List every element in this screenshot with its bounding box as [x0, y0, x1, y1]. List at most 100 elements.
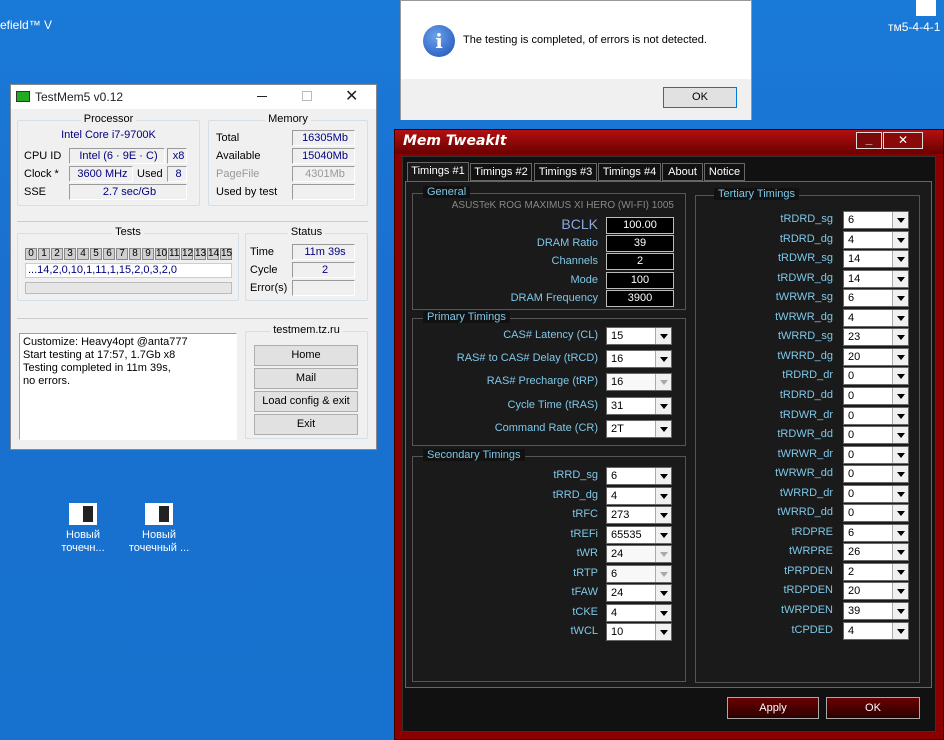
log-textbox[interactable]: Customize: Heavy4opt @anta777 Start test… [19, 333, 237, 440]
primary-dropdown[interactable]: 16 [606, 350, 672, 369]
chevron-down-icon[interactable] [892, 309, 908, 326]
chevron-down-icon[interactable] [892, 485, 908, 502]
tab-timings-1[interactable]: Timings #1 [407, 162, 469, 182]
desktop-icon-new-bitmap-2[interactable]: Новый точечный ... [119, 503, 199, 555]
chevron-down-icon[interactable] [892, 466, 908, 483]
chevron-down-icon[interactable] [892, 583, 908, 600]
secondary-dropdown[interactable]: 273 [606, 506, 672, 524]
chevron-down-icon[interactable] [892, 427, 908, 444]
apply-button[interactable]: Apply [727, 697, 819, 719]
chevron-down-icon[interactable] [892, 524, 908, 541]
tertiary-dropdown[interactable]: 0 [843, 504, 909, 523]
chevron-down-icon[interactable] [892, 368, 908, 385]
chevron-down-icon[interactable] [655, 604, 671, 621]
minimize-icon[interactable] [257, 96, 267, 97]
chevron-down-icon[interactable] [892, 212, 908, 228]
secondary-dropdown[interactable]: 65535 [606, 525, 672, 544]
chevron-down-icon[interactable] [655, 420, 671, 437]
tertiary-dropdown[interactable]: 0 [843, 367, 909, 386]
chevron-down-icon[interactable] [655, 397, 671, 414]
tertiary-dropdown[interactable]: 4 [843, 308, 909, 327]
primary-dropdown[interactable]: 2T [606, 419, 672, 438]
secondary-dropdown[interactable]: 24 [606, 545, 672, 563]
chevron-down-icon[interactable] [655, 565, 671, 582]
tertiary-dropdown[interactable]: 14 [843, 269, 909, 288]
tertiary-dropdown[interactable]: 2 [843, 562, 909, 581]
maximize-icon[interactable] [302, 91, 312, 101]
chevron-down-icon[interactable] [655, 624, 671, 640]
chevron-down-icon[interactable] [655, 507, 671, 523]
chevron-down-icon[interactable] [892, 407, 908, 424]
primary-dropdown[interactable]: 31 [606, 396, 672, 415]
chevron-down-icon[interactable] [892, 622, 908, 639]
chevron-down-icon[interactable] [892, 446, 908, 463]
secondary-dropdown[interactable]: 6 [606, 564, 672, 583]
dropdown-value: 6 [848, 214, 855, 226]
tertiary-dropdown[interactable]: 4 [843, 621, 909, 640]
primary-dropdown[interactable]: 16 [606, 373, 672, 392]
primary-dropdown[interactable]: 15 [606, 327, 672, 345]
chevron-down-icon[interactable] [892, 290, 908, 307]
home-button[interactable]: Home [254, 345, 358, 366]
chevron-down-icon[interactable] [892, 329, 908, 346]
tertiary-dropdown[interactable]: 6 [843, 211, 909, 229]
chevron-down-icon[interactable] [892, 251, 908, 268]
tertiary-dropdown[interactable]: 0 [843, 465, 909, 484]
chevron-down-icon[interactable] [655, 526, 671, 543]
tab-about[interactable]: About [662, 163, 703, 181]
site-link[interactable]: testmem.tz.ru [270, 324, 343, 336]
chevron-down-icon[interactable] [655, 546, 671, 562]
chevron-down-icon[interactable] [655, 374, 671, 391]
chevron-down-icon[interactable] [655, 468, 671, 484]
secondary-dropdown[interactable]: 10 [606, 623, 672, 641]
tertiary-dropdown[interactable]: 6 [843, 289, 909, 308]
chevron-down-icon[interactable] [892, 563, 908, 580]
desktop-label-top-left[interactable]: efield™ V [0, 18, 52, 32]
general-label: BCLK [561, 216, 598, 232]
tertiary-dropdown[interactable]: 20 [843, 582, 909, 601]
chevron-down-icon[interactable] [892, 603, 908, 619]
load-config-exit-button[interactable]: Load config & exit [254, 391, 358, 412]
desktop-label-top-right[interactable]: тм5-4-4-1 [888, 20, 940, 34]
tertiary-dropdown[interactable]: 23 [843, 328, 909, 347]
tab-timings-4[interactable]: Timings #4 [598, 163, 661, 181]
tertiary-dropdown[interactable]: 20 [843, 347, 909, 366]
tab-timings-2[interactable]: Timings #2 [470, 163, 532, 181]
tertiary-dropdown[interactable]: 0 [843, 406, 909, 425]
mail-button[interactable]: Mail [254, 368, 358, 389]
desktop-icon-new-bitmap-1[interactable]: Новый точечн... [43, 503, 123, 555]
ok-button[interactable]: OK [663, 87, 737, 108]
tertiary-dropdown[interactable]: 39 [843, 602, 909, 620]
tertiary-dropdown[interactable]: 0 [843, 426, 909, 445]
chevron-down-icon[interactable] [655, 487, 671, 504]
tertiary-dropdown[interactable]: 0 [843, 386, 909, 405]
secondary-dropdown[interactable]: 6 [606, 467, 672, 485]
tertiary-dropdown[interactable]: 6 [843, 523, 909, 542]
chevron-down-icon[interactable] [892, 270, 908, 287]
chevron-down-icon[interactable] [892, 505, 908, 522]
exit-button[interactable]: Exit [254, 414, 358, 435]
tertiary-dropdown[interactable]: 26 [843, 543, 909, 562]
ok-button[interactable]: OK [826, 697, 920, 719]
chevron-down-icon[interactable] [892, 348, 908, 365]
close-icon[interactable]: ✕ [345, 86, 358, 106]
minimize-button[interactable]: _ [856, 132, 882, 149]
close-button[interactable]: ✕ [883, 132, 923, 149]
tab-notice[interactable]: Notice [704, 163, 745, 181]
dropdown-value: 4 [611, 606, 618, 619]
tab-timings-3[interactable]: Timings #3 [534, 163, 597, 181]
tertiary-dropdown[interactable]: 14 [843, 250, 909, 269]
chevron-down-icon[interactable] [892, 387, 908, 404]
chevron-down-icon[interactable] [655, 328, 671, 344]
desktop-icon-top-right[interactable] [916, 0, 936, 16]
secondary-dropdown[interactable]: 24 [606, 584, 672, 602]
secondary-dropdown[interactable]: 4 [606, 603, 672, 622]
secondary-dropdown[interactable]: 4 [606, 486, 672, 505]
chevron-down-icon[interactable] [892, 231, 908, 248]
chevron-down-icon[interactable] [655, 351, 671, 368]
chevron-down-icon[interactable] [655, 585, 671, 601]
tertiary-dropdown[interactable]: 4 [843, 230, 909, 249]
tertiary-dropdown[interactable]: 0 [843, 445, 909, 464]
tertiary-dropdown[interactable]: 0 [843, 484, 909, 503]
chevron-down-icon[interactable] [892, 544, 908, 561]
